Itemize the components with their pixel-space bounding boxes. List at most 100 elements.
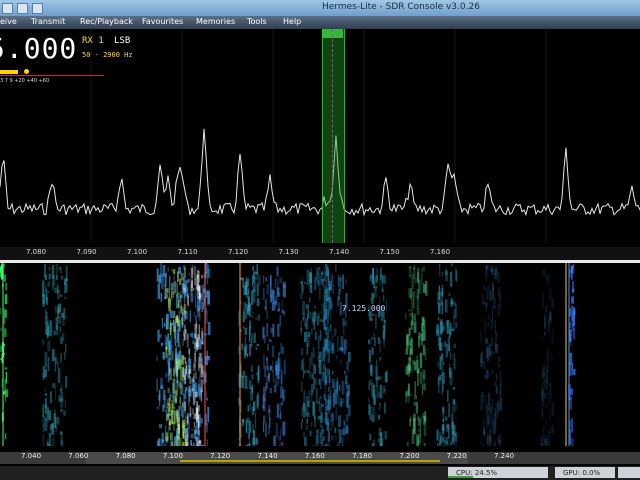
waterfall-signal (331, 333, 333, 348)
waterfall-signal (200, 275, 204, 279)
pan-axis-label: 7.160 (429, 248, 451, 256)
waterfall-signal (267, 343, 269, 352)
waterfall-signal (271, 289, 274, 304)
panadapter-spectrum[interactable]: 5.000 RX 1 LSB 50 - 2900 Hz 3 7 9 +20 +4… (0, 29, 640, 247)
waterfall-signal (4, 294, 8, 305)
waterfall-signal (311, 328, 313, 335)
waterfall-signal (184, 267, 186, 279)
waterfall-signal (173, 368, 175, 377)
waterfall-signal (409, 340, 411, 346)
waterfall-signal (249, 344, 252, 357)
folder-icon[interactable] (32, 3, 43, 14)
waterfall-signal (480, 395, 484, 411)
waterfall-signal (193, 312, 195, 317)
menu-item-help[interactable]: Help (283, 17, 301, 26)
mode-label[interactable]: LSB (114, 36, 130, 46)
waterfall-signal (309, 272, 312, 282)
waterfall-signal (60, 384, 63, 394)
waterfall-signal (368, 349, 371, 363)
waterfall-signal (445, 271, 448, 282)
waterfall-signal (190, 433, 194, 439)
waterfall-frequency-axis[interactable]: 7.040 7.060 7.080 7.100 7.120 7.140 7.160 7.180… (0, 446, 640, 466)
waterfall-signal (569, 329, 572, 342)
waterfall-signal (302, 301, 305, 315)
waterfall-signal (194, 425, 196, 435)
waterfall-signal (492, 286, 495, 292)
menu-item-memories[interactable]: Memories (196, 17, 235, 26)
waterfall-signal (60, 392, 64, 408)
waterfall-signal (417, 415, 420, 421)
waterfall-signal (571, 267, 574, 270)
waterfall-cursor-frequency: 7.125.000 (342, 304, 386, 313)
waterfall-signal (329, 325, 332, 332)
waterfall-signal (408, 288, 410, 298)
menu-item-tools[interactable]: Tools (247, 17, 267, 26)
waterfall-signal (49, 391, 52, 404)
waterfall-signal (256, 343, 259, 347)
waterfall-signal (492, 350, 495, 354)
waterfall-signal (255, 347, 257, 350)
waterfall-signal (453, 301, 456, 307)
waterfall-signal (442, 406, 445, 414)
waterfall-signal (279, 402, 281, 411)
frequency-readout[interactable]: 5.000 (0, 32, 77, 65)
waterfall-signal (305, 425, 309, 431)
waterfall-signal (421, 384, 424, 396)
waterfall-signal (55, 425, 58, 433)
waterfall-signal (372, 406, 375, 415)
waterfall-signal (257, 365, 260, 381)
waterfall-display[interactable]: 7.125.000 (0, 263, 640, 446)
waterfall-signal (279, 277, 283, 284)
waterfall-signal (189, 310, 191, 323)
lock-icon[interactable] (2, 3, 13, 14)
waterfall-signal (254, 413, 256, 429)
waterfall-signal (165, 432, 169, 441)
waterfall-signal (183, 310, 186, 322)
waterfall-signal (542, 426, 545, 441)
waterfall-signal (490, 289, 492, 302)
waterfall-signal (184, 414, 188, 427)
save-icon[interactable] (17, 3, 28, 14)
waterfall-signal (486, 287, 488, 300)
waterfall-signal (58, 317, 61, 324)
waterfall-signal (248, 420, 250, 436)
waterfall-signal (337, 291, 340, 295)
waterfall-signal (441, 271, 443, 277)
waterfall-signal (191, 378, 194, 382)
waterfall-signal (280, 369, 283, 384)
waterfall-signal (440, 435, 442, 445)
waterfall-signal (60, 408, 63, 413)
menu-item-favourites[interactable]: Favourites (142, 17, 183, 26)
waterfall-signal (335, 264, 337, 272)
waterfall-signal (318, 286, 321, 300)
waterfall-signal (182, 277, 185, 290)
waterfall-signal (328, 340, 332, 353)
waterfall-signal (65, 343, 67, 353)
waterfall-signal (378, 438, 380, 443)
waterfall-signal (183, 427, 185, 431)
waterfall-signal (411, 313, 414, 326)
waterfall-axis-label: 7.100 (162, 452, 183, 460)
waterfall-signal (412, 291, 415, 297)
menu-item-rec-playback[interactable]: Rec/Playback (80, 17, 133, 26)
waterfall-signal (255, 438, 258, 445)
waterfall-signal (423, 383, 426, 391)
waterfall-signal (438, 337, 442, 351)
waterfall-signal (184, 401, 186, 415)
waterfall-signal (276, 403, 279, 418)
waterfall-signal (370, 364, 373, 377)
waterfall-signal (384, 431, 387, 440)
waterfall-signal (300, 293, 303, 300)
waterfall-signal (437, 317, 440, 321)
waterfall-signal (264, 365, 266, 378)
waterfall-signal (546, 350, 549, 364)
waterfall-signal (44, 388, 46, 392)
waterfall-signal (302, 402, 306, 411)
waterfall-signal (368, 380, 370, 391)
menu-item-eive[interactable]: eive (0, 17, 17, 26)
waterfall-signal (444, 416, 448, 421)
waterfall-signal (238, 437, 240, 440)
waterfall-signal (54, 357, 57, 373)
menu-item-transmit[interactable]: Transmit (31, 17, 65, 26)
waterfall-signal (480, 358, 483, 363)
